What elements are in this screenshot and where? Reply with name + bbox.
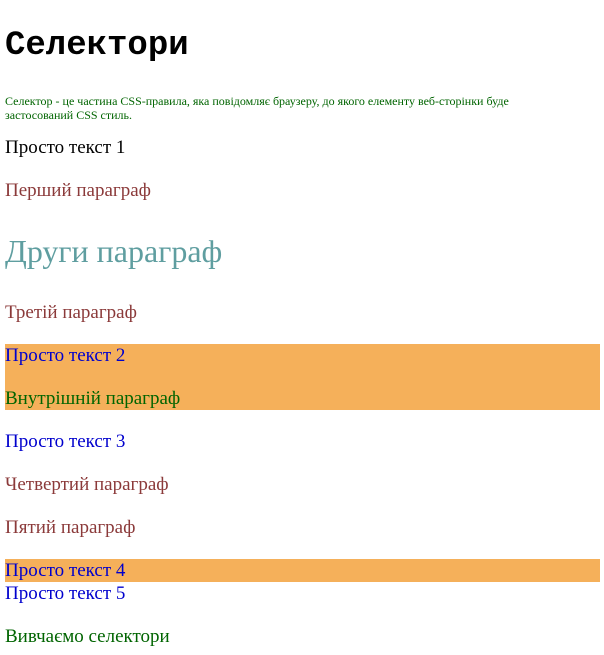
- plain-text-5: Просто текст 5: [5, 583, 126, 604]
- plain-text-3: Просто текст 3: [5, 431, 126, 452]
- plain-text-2: Просто текст 2: [5, 345, 126, 366]
- page-title: Селектори: [5, 27, 189, 65]
- paragraph-fourth: Четвертий параграф: [5, 474, 169, 495]
- intro-paragraph: Селектор - це частина CSS-правила, яка п…: [5, 94, 509, 122]
- paragraph-third: Третій параграф: [5, 302, 137, 323]
- highlight-block: Просто текст 2 Внутрішній параграф: [5, 344, 600, 410]
- highlight-line: Просто текст 4: [5, 559, 600, 582]
- plain-text-1: Просто текст 1: [5, 137, 126, 158]
- plain-text-4: Просто текст 4: [5, 560, 126, 581]
- paragraph-first: Перший параграф: [5, 180, 151, 201]
- inner-paragraph: Внутрішній параграф: [5, 388, 181, 409]
- paragraph-learning-selectors: Вивчаємо селектори: [5, 626, 170, 647]
- paragraph-second: Други параграф: [5, 233, 223, 269]
- paragraph-fifth: Пятий параграф: [5, 517, 136, 538]
